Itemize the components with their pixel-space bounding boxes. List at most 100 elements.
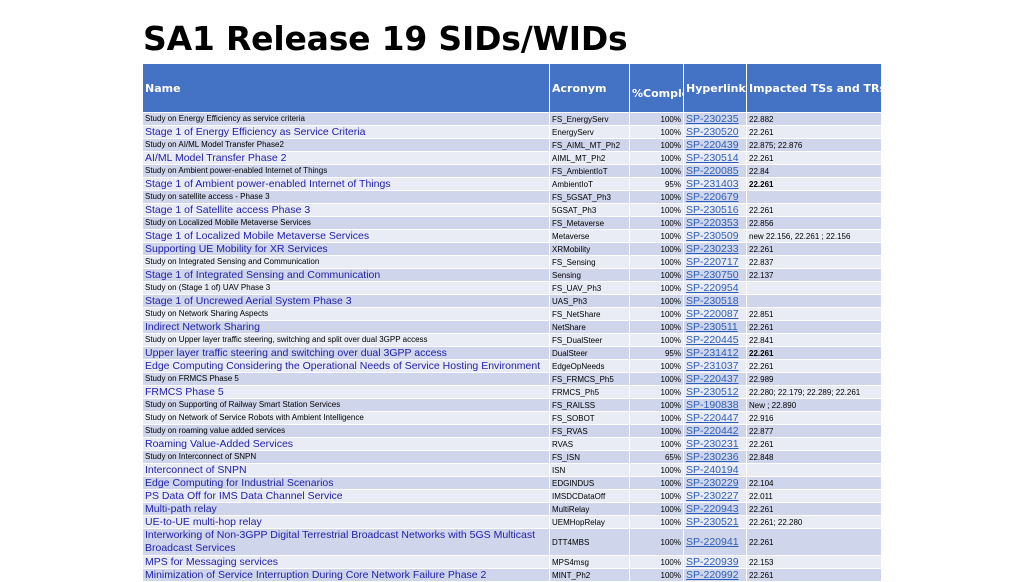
row-complete: 100% [629, 229, 684, 243]
row-hyperlink[interactable]: SP-220943 [683, 502, 747, 516]
row-hyperlink[interactable]: SP-230236 [683, 450, 747, 464]
row-complete: 100% [629, 164, 684, 178]
row-name: Stage 1 of Energy Efficiency as Service … [142, 125, 550, 139]
row-acronym: UAS_Ph3 [549, 294, 630, 308]
row-name: Study on Network Sharing Aspects [142, 307, 550, 321]
row-hyperlink[interactable]: SP-230518 [683, 294, 747, 308]
row-hyperlink[interactable]: SP-220353 [683, 216, 747, 230]
row-impacted: 22.882 [746, 112, 882, 126]
row-hyperlink[interactable]: SP-230231 [683, 437, 747, 451]
row-hyperlink[interactable]: SP-230512 [683, 385, 747, 399]
row-complete: 100% [629, 203, 684, 217]
row-impacted: 22.137 [746, 268, 882, 282]
table-header-row: Name Acronym %Complete Hyperlink Impacte… [142, 63, 882, 113]
row-name: Upper layer traffic steering and switchi… [142, 346, 550, 360]
row-complete: 95% [629, 177, 684, 191]
row-name: Supporting UE Mobility for XR Services [142, 242, 550, 256]
row-hyperlink[interactable]: SP-231412 [683, 346, 747, 360]
row-hyperlink[interactable]: SP-220954 [683, 281, 747, 295]
row-complete: 100% [629, 411, 684, 425]
row-acronym: FS_RVAS [549, 424, 630, 438]
row-impacted: 22.261 [746, 502, 882, 516]
row-acronym: FS_Sensing [549, 255, 630, 269]
row-complete: 100% [629, 568, 684, 582]
row-impacted: 22.104 [746, 476, 882, 490]
row-acronym: MPS4msg [549, 555, 630, 569]
table-row: Study on Network Sharing Aspects FS_NetSh… [142, 307, 882, 321]
row-hyperlink[interactable]: SP-220941 [683, 528, 747, 556]
row-hyperlink[interactable]: SP-230511 [683, 320, 747, 334]
table-row: Study on satellite access - Phase 3 FS_5G… [142, 190, 882, 204]
row-complete: 100% [629, 359, 684, 373]
row-complete: 100% [629, 489, 684, 503]
row-complete: 100% [629, 437, 684, 451]
row-complete: 100% [629, 424, 684, 438]
row-acronym: FS_RAILSS [549, 398, 630, 412]
row-name: Multi-path relay [142, 502, 550, 516]
table-row: Roaming Value-Added Services RVAS 100% SP-2… [142, 437, 882, 451]
row-hyperlink[interactable]: SP-231037 [683, 359, 747, 373]
row-hyperlink[interactable]: SP-190838 [683, 398, 747, 412]
row-impacted: 22.153 [746, 555, 882, 569]
row-hyperlink[interactable]: SP-220992 [683, 568, 747, 582]
row-hyperlink[interactable]: SP-230516 [683, 203, 747, 217]
row-impacted: 22.261 [746, 125, 882, 139]
row-hyperlink[interactable]: SP-230233 [683, 242, 747, 256]
row-acronym: FS_FRMCS_Ph5 [549, 372, 630, 386]
row-impacted: 22.261 [746, 242, 882, 256]
row-name: Study on roaming value added services [142, 424, 550, 438]
row-hyperlink[interactable]: SP-220439 [683, 138, 747, 152]
row-hyperlink[interactable]: SP-230509 [683, 229, 747, 243]
row-acronym: MINT_Ph2 [549, 568, 630, 582]
row-impacted: 22.916 [746, 411, 882, 425]
column-header-acronym: Acronym [549, 63, 630, 113]
row-hyperlink[interactable]: SP-220717 [683, 255, 747, 269]
row-hyperlink[interactable]: SP-230521 [683, 515, 747, 529]
row-complete: 100% [629, 216, 684, 230]
row-hyperlink[interactable]: SP-220442 [683, 424, 747, 438]
row-complete: 100% [629, 125, 684, 139]
row-acronym: FS_Metaverse [549, 216, 630, 230]
row-hyperlink[interactable]: SP-240194 [683, 463, 747, 477]
table-row: Study on Upper layer traffic steering, s… [142, 333, 882, 347]
row-hyperlink[interactable]: SP-220437 [683, 372, 747, 386]
row-hyperlink[interactable]: SP-230520 [683, 125, 747, 139]
row-name: Interworking of Non-3GPP Digital Terrest… [142, 528, 550, 556]
table-row: Study on Ambient power-enabled Internet … [142, 164, 882, 178]
row-acronym: FS_AIML_MT_Ph2 [549, 138, 630, 152]
row-complete: 100% [629, 515, 684, 529]
table-row: Supporting UE Mobility for XR Services XR… [142, 242, 882, 256]
row-hyperlink[interactable]: SP-220087 [683, 307, 747, 321]
row-acronym: FS_ISN [549, 450, 630, 464]
row-hyperlink[interactable]: SP-220447 [683, 411, 747, 425]
row-hyperlink[interactable]: SP-230750 [683, 268, 747, 282]
row-hyperlink[interactable]: SP-231403 [683, 177, 747, 191]
row-complete: 100% [629, 138, 684, 152]
row-name: Stage 1 of Localized Mobile Metaverse Se… [142, 229, 550, 243]
row-hyperlink[interactable]: SP-220085 [683, 164, 747, 178]
row-complete: 100% [629, 385, 684, 399]
row-complete: 100% [629, 268, 684, 282]
row-hyperlink[interactable]: SP-220445 [683, 333, 747, 347]
table-row: Study on Integrated Sensing and Communic… [142, 255, 882, 269]
row-hyperlink[interactable]: SP-230514 [683, 151, 747, 165]
row-impacted: 22.261 [746, 320, 882, 334]
row-complete: 100% [629, 151, 684, 165]
row-impacted: 22.261 [746, 359, 882, 373]
row-hyperlink[interactable]: SP-230235 [683, 112, 747, 126]
table-row: Study on Energy Efficiency as service cr… [142, 112, 882, 126]
row-hyperlink[interactable]: SP-230227 [683, 489, 747, 503]
row-hyperlink[interactable]: SP-220679 [683, 190, 747, 204]
row-impacted: 22.989 [746, 372, 882, 386]
row-impacted: New ; 22.890 [746, 398, 882, 412]
row-name: UE-to-UE multi-hop relay [142, 515, 550, 529]
table-row: FRMCS Phase 5 FRMCS_Ph5 100% SP-230512 22.28… [142, 385, 882, 399]
row-hyperlink[interactable]: SP-230229 [683, 476, 747, 490]
row-hyperlink[interactable]: SP-220939 [683, 555, 747, 569]
row-complete: 100% [629, 294, 684, 308]
row-name: Stage 1 of Uncrewed Aerial System Phase … [142, 294, 550, 308]
row-impacted: 22.851 [746, 307, 882, 321]
row-acronym: DTT4MBS [549, 528, 630, 556]
row-impacted: 22.841 [746, 333, 882, 347]
release-19-table: Name Acronym %Complete Hyperlink Impacte… [142, 63, 882, 582]
